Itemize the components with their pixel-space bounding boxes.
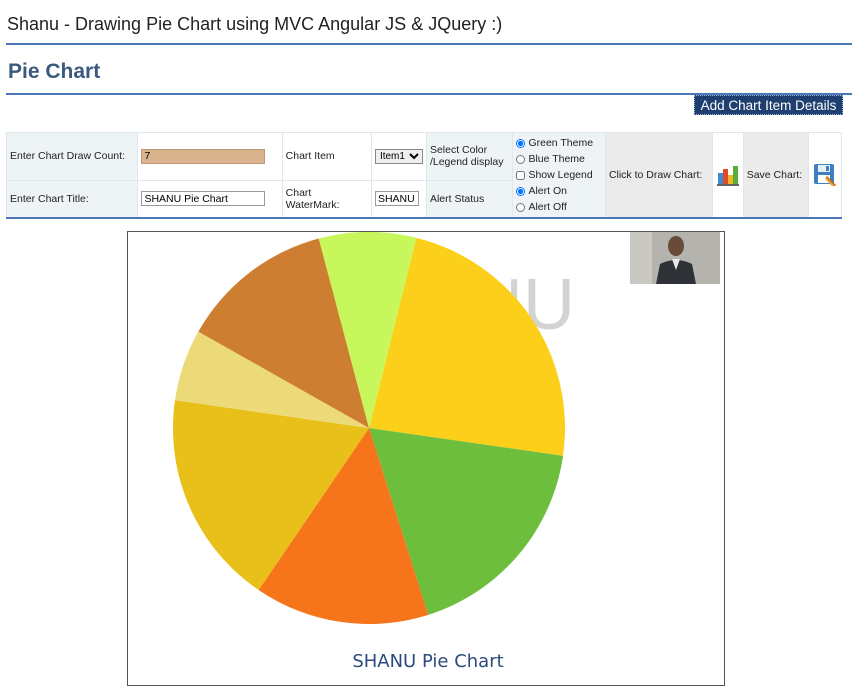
blue-theme-label: Blue Theme xyxy=(528,153,585,165)
alert-on-radio[interactable] xyxy=(516,186,526,196)
watermark-input[interactable] xyxy=(374,191,419,207)
save-chart-label: Save Chart: xyxy=(742,132,809,219)
draw-chart-label: Click to Draw Chart: xyxy=(604,132,713,219)
watermark-label: Chart WaterMark: xyxy=(281,179,372,219)
blue-theme-radio[interactable] xyxy=(516,154,526,164)
show-legend-label: Show Legend xyxy=(528,169,593,181)
profile-picture-icon xyxy=(630,232,720,284)
chart-controls-table: Enter Chart Draw Count: Chart Item Item1… xyxy=(5,132,843,219)
floppy-disk-icon[interactable] xyxy=(813,163,837,187)
alert-status-label: Alert Status xyxy=(425,179,514,219)
alert-off-label: Alert Off xyxy=(528,201,567,213)
draw-count-label: Enter Chart Draw Count: xyxy=(5,132,139,181)
app-title: Shanu - Drawing Pie Chart using MVC Angu… xyxy=(7,14,503,34)
draw-count-input[interactable] xyxy=(141,148,266,164)
chart-item-select[interactable]: Item1 xyxy=(374,148,423,164)
chart-title: SHANU Pie Chart xyxy=(352,651,503,672)
green-theme-label: Green Theme xyxy=(528,137,594,149)
bar-chart-icon[interactable] xyxy=(716,164,739,186)
chart-title-label: Enter Chart Title: xyxy=(5,179,139,219)
chart-title-input[interactable] xyxy=(141,191,266,207)
page-title: Pie Chart xyxy=(8,60,101,83)
alert-off-radio[interactable] xyxy=(516,202,526,212)
alert-on-label: Alert On xyxy=(528,185,567,197)
header-divider xyxy=(6,43,852,45)
green-theme-radio[interactable] xyxy=(516,138,526,148)
theme-options: Green Theme Blue Theme Show Legend Alert… xyxy=(512,132,606,219)
pie-chart: SHANU SHANU Pie Chart xyxy=(172,231,575,672)
add-chart-item-details-button[interactable]: Add Chart Item Details xyxy=(694,95,843,115)
select-color-label: Select Color /Legend display xyxy=(425,132,514,181)
author-photo xyxy=(630,232,720,284)
chart-item-label: Chart Item xyxy=(281,132,372,181)
show-legend-checkbox[interactable] xyxy=(516,170,526,180)
chart-canvas[interactable]: SHANU SHANU Pie Chart xyxy=(127,231,725,686)
